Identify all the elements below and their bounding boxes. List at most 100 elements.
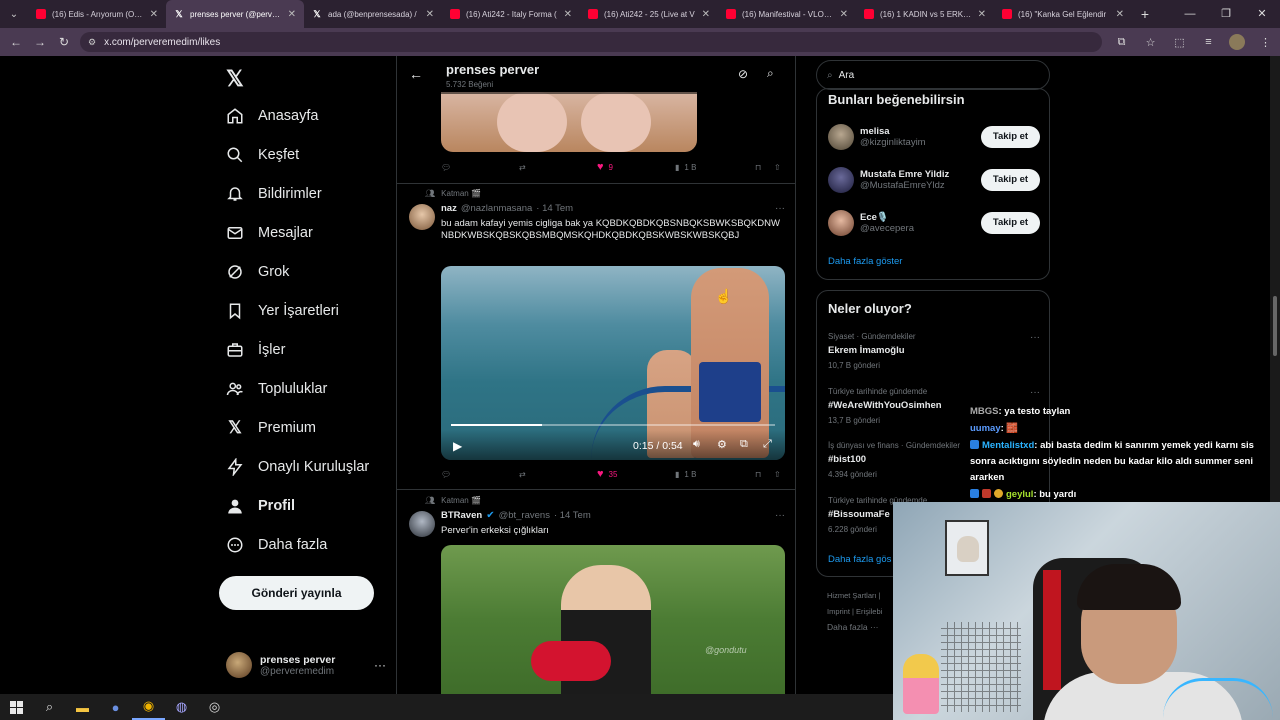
more-dots-icon[interactable]: ··· <box>775 203 785 214</box>
browser-tab[interactable]: (16) Edis - Arıyorum (Offic ✕ <box>28 0 166 28</box>
more-dots-icon[interactable]: ··· <box>1030 387 1040 398</box>
bookmark-icon[interactable]: ⊓ <box>755 470 761 479</box>
post-button[interactable]: Gönderi yayınla <box>219 576 374 610</box>
reply-icon[interactable]: 💬︎ <box>441 470 451 479</box>
nav-item-more[interactable]: Daha fazla <box>226 530 327 560</box>
follow-button[interactable]: Takip et <box>981 169 1040 191</box>
extensions-icon[interactable]: ⬚ <box>1165 36 1194 49</box>
discord-icon[interactable]: ◍ <box>165 694 198 720</box>
browser-tab[interactable]: (16) 1 KADIN vs 5 ERKEK | ✕ <box>856 0 994 28</box>
video-player[interactable]: @gondutu <box>441 545 785 694</box>
tweet-media[interactable] <box>441 92 697 152</box>
account-switcher[interactable]: prenses perver @perveremedim ··· <box>226 648 386 682</box>
close-tab-icon[interactable]: ✕ <box>288 9 296 20</box>
video-progress-bar[interactable] <box>451 424 775 426</box>
close-tab-icon[interactable]: ✕ <box>564 9 572 20</box>
restore-icon[interactable]: ❐ <box>1208 0 1244 28</box>
social-context[interactable]: 👥︎ Katman 🎬 <box>425 496 481 505</box>
profile-avatar-icon[interactable] <box>1229 34 1245 50</box>
retweet-icon[interactable]: ⇄ <box>519 163 526 172</box>
nav-item-premium[interactable]: 𝕏 Premium <box>226 413 316 443</box>
app-icon[interactable]: ● <box>99 694 132 720</box>
nav-item-verified-orgs[interactable]: Onaylı Kuruluşlar <box>226 452 369 482</box>
settings-gear-icon[interactable]: ⚙ <box>717 438 727 451</box>
media-control-icon[interactable]: ≡ <box>1194 36 1223 48</box>
close-window-icon[interactable]: ✕ <box>1244 0 1280 28</box>
reply-icon[interactable]: 💬︎ <box>441 163 451 172</box>
avatar[interactable] <box>409 511 435 537</box>
footer-links[interactable]: Hizmet Şartları | <box>827 591 881 600</box>
play-icon[interactable]: ▶ <box>453 439 462 453</box>
chrome-icon[interactable]: ◉ <box>132 694 165 720</box>
obs-icon[interactable]: ◎ <box>198 694 231 720</box>
search-icon[interactable]: ⌕ <box>33 694 66 720</box>
views-button[interactable]: ▮ 1 B <box>675 470 696 479</box>
suggested-user[interactable]: Mustafa Emre Yildiz @MustafaEmreYldz Taki… <box>828 165 1040 195</box>
site-info-icon[interactable]: ⚙ <box>88 37 96 48</box>
views-button[interactable]: ▮ 1 B <box>675 163 696 172</box>
nav-item-communities[interactable]: Topluluklar <box>226 374 327 404</box>
grok-icon[interactable]: ⊘ <box>738 67 748 81</box>
file-explorer-icon[interactable]: ▬ <box>66 694 99 720</box>
close-tab-icon[interactable]: ✕ <box>1116 9 1124 20</box>
suggested-user[interactable]: Ece🎙️ @avecepera Takip et <box>828 208 1040 238</box>
browser-tab[interactable]: (16) Ati242 - 25 (Live at V ✕ <box>580 0 718 28</box>
show-more-link[interactable]: Daha fazla gös <box>828 554 891 565</box>
x-logo-icon[interactable]: 𝕏 <box>226 66 244 92</box>
nav-item-notifications[interactable]: Bildirimler <box>226 179 322 209</box>
avatar[interactable] <box>409 204 435 230</box>
reload-icon[interactable]: ↻ <box>52 35 76 49</box>
suggested-user[interactable]: melisa @kizginliktayim Takip et <box>828 122 1040 152</box>
back-arrow-icon[interactable]: ← <box>409 66 423 82</box>
trend-item[interactable]: Siyaset · Gündemdekiler Ekrem İmamoğlu 1… <box>828 332 1040 370</box>
close-tab-icon[interactable]: ✕ <box>702 9 710 20</box>
picture-in-picture-icon[interactable]: ⧉ <box>740 438 748 451</box>
close-tab-icon[interactable]: ✕ <box>840 9 848 20</box>
nav-item-explore[interactable]: Keşfet <box>226 140 299 170</box>
search-icon[interactable]: ⌕ <box>767 66 774 81</box>
browser-tab[interactable]: (16) "Kanka Gel Eğlendir ✕ <box>994 0 1132 28</box>
social-context[interactable]: 👥︎ Katman 🎬 <box>425 189 481 198</box>
show-more-link[interactable]: Daha fazla göster <box>828 256 902 267</box>
video-player[interactable]: ▶ 0:15 / 0:54 🔊︎ ⚙ ⧉ ⤢ <box>441 266 785 460</box>
share-icon[interactable]: ⇧ <box>774 470 781 479</box>
new-tab-icon[interactable]: + <box>1132 6 1158 22</box>
nav-item-grok[interactable]: Grok <box>226 257 289 287</box>
back-icon[interactable]: ← <box>4 35 28 49</box>
share-icon[interactable]: ⇧ <box>774 163 781 172</box>
install-app-icon[interactable]: ⧉ <box>1107 36 1136 49</box>
browser-tab[interactable]: (16) Manifestival - VLOG | ✕ <box>718 0 856 28</box>
like-button[interactable]: ♥ 9 <box>597 161 613 173</box>
close-tab-icon[interactable]: ✕ <box>978 9 986 20</box>
like-button[interactable]: ♥ 35 <box>597 468 617 480</box>
forward-icon[interactable]: → <box>28 35 52 49</box>
more-dots-icon[interactable]: ··· <box>775 510 785 521</box>
nav-item-profile[interactable]: Profil <box>226 491 295 521</box>
bookmark-icon[interactable]: ⊓ <box>755 163 761 172</box>
more-dots-icon[interactable]: ··· <box>1030 332 1040 343</box>
browser-tab-active[interactable]: 𝕏prenses perver (@pervere ✕ <box>166 0 304 28</box>
footer-more[interactable]: Daha fazla ··· <box>827 622 879 632</box>
minimize-icon[interactable]: — <box>1172 0 1208 28</box>
nav-item-jobs[interactable]: İşler <box>226 335 285 365</box>
start-button[interactable] <box>0 694 33 720</box>
browser-menu-icon[interactable]: ⋮ <box>1251 36 1280 49</box>
volume-icon[interactable]: 🔊︎ <box>693 438 700 451</box>
browser-tab[interactable]: (16) Ati242 - Italy Forma (✕ <box>442 0 580 28</box>
youtube-favicon-icon <box>1002 9 1012 19</box>
tab-search-icon[interactable]: ⌄ <box>0 0 28 28</box>
browser-tab[interactable]: 𝕏ada (@benprensesada) / ✕ <box>304 0 442 28</box>
follow-button[interactable]: Takip et <box>981 212 1040 234</box>
nav-item-home[interactable]: Anasayfa <box>226 101 318 131</box>
retweet-icon[interactable]: ⇄ <box>519 470 526 479</box>
nav-item-bookmarks[interactable]: Yer İşaretleri <box>226 296 339 326</box>
fullscreen-icon[interactable]: ⤢ <box>763 438 772 451</box>
close-tab-icon[interactable]: ✕ <box>426 9 434 20</box>
close-tab-icon[interactable]: ✕ <box>150 9 158 20</box>
search-input[interactable]: ⌕ Ara <box>816 60 1050 90</box>
address-bar[interactable]: ⚙ x.com/perveremedim/likes <box>80 32 1102 52</box>
follow-button[interactable]: Takip et <box>981 126 1040 148</box>
nav-item-messages[interactable]: Mesajlar <box>226 218 313 248</box>
bookmark-star-icon[interactable]: ☆ <box>1136 36 1165 49</box>
footer-links[interactable]: Imprint | Erişilebi <box>827 607 882 616</box>
